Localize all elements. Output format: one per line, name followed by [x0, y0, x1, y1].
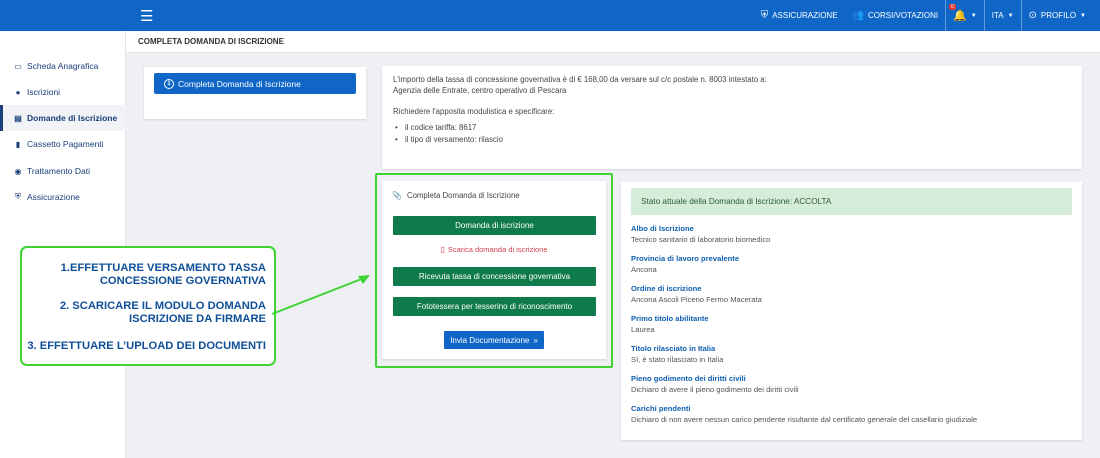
pdf-file-icon: ▯ — [440, 245, 445, 254]
top-nav: ⛨ ASSICURAZIONE 👥 CORSI/VOTAZIONI 🔔 0 ▼ I… — [754, 0, 1100, 31]
people-icon: 👥 — [851, 10, 864, 21]
sidebar-item-label: Iscrizioni — [27, 87, 61, 97]
user-circle-icon: ⊙ — [1028, 10, 1037, 21]
sidebar-item-cassetto-pagamenti[interactable]: ▮ Cassetto Pagamenti — [0, 131, 126, 157]
annotation-line: 3. EFFETTUARE L’UPLOAD DEI DOCUMENTI — [27, 340, 266, 352]
hamburger-menu-icon[interactable]: ☰ — [140, 7, 153, 25]
list-item: il codice tariffa: 8617 — [393, 122, 1071, 134]
notifications-badge: 0 — [949, 4, 956, 10]
page-title: COMPLETA DOMANDA DI ISCRIZIONE — [126, 31, 1100, 53]
detail-label: Pieno godimento dei diritti civili — [631, 374, 746, 383]
chevron-down-icon: ▼ — [1007, 12, 1014, 19]
download-link-label: Scarica domanda di iscrizione — [447, 245, 548, 254]
detail-label: Carichi pendenti — [631, 404, 691, 413]
detail-row: Primo titolo abilitante Laurea — [631, 314, 1072, 344]
annotation-arrow — [271, 275, 370, 315]
language-label: ITA — [991, 11, 1004, 20]
sidebar: ▭ Scheda Anagrafica ● Iscrizioni ▤ Doman… — [0, 31, 126, 458]
step-label: Completa Domanda di Iscrizione — [178, 78, 301, 89]
detail-value: Sì, è stato rilasciato in Italia — [631, 355, 724, 364]
status-badge: Stato attuale della Domanda di Iscrizion… — [631, 188, 1072, 215]
info-card: L'importo della tassa di concessione gov… — [382, 66, 1082, 169]
notifications-button[interactable]: 🔔 0 ▼ — [946, 0, 984, 31]
annotation-line: ISCRIZIONE DA FIRMARE — [129, 313, 266, 325]
details-list: Albo di Iscrizione Tecnico sanitario di … — [631, 224, 1072, 434]
detail-label: Primo titolo abilitante — [631, 314, 709, 323]
info-list: il codice tariffa: 8617 il tipo di versa… — [393, 122, 1071, 146]
ricevuta-tassa-button[interactable]: Ricevuta tassa di concessione governativ… — [393, 267, 596, 286]
file-icon: ▮ — [15, 139, 21, 149]
shield-icon: ⛨ — [15, 192, 21, 201]
profile-menu[interactable]: ⊙ PROFILO ▼ — [1022, 0, 1100, 31]
detail-value: Ancona Ascoli Piceno Fermo Macerata — [631, 295, 762, 304]
sidebar-item-scheda-anagrafica[interactable]: ▭ Scheda Anagrafica — [0, 53, 126, 79]
annotation-callout: 1.EFFETTUARE VERSAMENTO TASSA CONCESSION… — [20, 246, 276, 366]
sidebar-item-label: Cassetto Pagamenti — [27, 139, 104, 149]
double-chevron-right-icon: » — [533, 335, 538, 345]
details-card: Stato attuale della Domanda di Iscrizion… — [621, 182, 1082, 440]
detail-value: Dichiaro di avere il pieno godimento dei… — [631, 385, 799, 394]
detail-row: Albo di Iscrizione Tecnico sanitario di … — [631, 224, 1072, 254]
sidebar-item-assicurazione[interactable]: ⛨ Assicurazione — [0, 184, 126, 210]
step-number-icon: 1 — [164, 78, 174, 89]
detail-row: Titolo rilasciato in Italia Sì, è stato … — [631, 344, 1072, 374]
language-selector[interactable]: ITA ▼ — [985, 0, 1021, 31]
detail-value: Tecnico sanitario di laboratorio biomedi… — [631, 235, 771, 244]
detail-label: Albo di Iscrizione — [631, 224, 694, 233]
nav-corsi-votazioni[interactable]: 👥 CORSI/VOTAZIONI — [845, 0, 946, 31]
upload-card-header: 📎 Completa Domanda di Iscrizione — [392, 191, 520, 200]
detail-row: Provincia di lavoro prevalente Ancona — [631, 254, 1072, 284]
detail-value: Ancona — [631, 265, 657, 274]
document-icon: ▤ — [14, 113, 22, 123]
info-line: L'importo della tassa di concessione gov… — [393, 75, 767, 84]
sidebar-item-iscrizioni[interactable]: ● Iscrizioni — [0, 79, 126, 105]
eye-icon: ◉ — [14, 166, 22, 176]
upload-card: 📎 Completa Domanda di Iscrizione Domanda… — [382, 181, 606, 359]
annotation-line: CONCESSIONE GOVERNATIVA — [99, 275, 266, 287]
fototessera-button[interactable]: Fototessera per tesserino di riconoscime… — [393, 297, 596, 316]
profile-label: PROFILO — [1040, 11, 1077, 20]
bell-icon: 🔔 0 — [949, 4, 967, 22]
nav-assicurazione-label: ASSICURAZIONE — [772, 11, 838, 20]
chevron-down-icon: ▼ — [970, 12, 977, 19]
sidebar-item-label: Assicurazione — [27, 192, 80, 202]
nav-assicurazione[interactable]: ⛨ ASSICURAZIONE — [754, 0, 845, 31]
id-card-icon: ▭ — [14, 61, 22, 71]
annotation-line: 1.EFFETTUARE VERSAMENTO TASSA — [60, 262, 266, 274]
chevron-down-icon: ▼ — [1080, 12, 1086, 19]
sidebar-item-label: Scheda Anagrafica — [27, 61, 99, 71]
annotation-line: 2. SCARICARE IL MODULO DOMANDA — [59, 300, 266, 312]
info-line: Agenzia delle Entrate, centro operativo … — [393, 86, 567, 95]
detail-row: Carichi pendenti Dichiaro di non avere n… — [631, 404, 1072, 434]
step-card: 1 Completa Domanda di Iscrizione — [144, 67, 366, 119]
paperclip-icon: 📎 — [392, 191, 402, 200]
detail-row: Pieno godimento dei diritti civili Dichi… — [631, 374, 1072, 404]
sidebar-item-label: Domande di Iscrizione — [27, 113, 118, 123]
top-navbar: ☰ ⛨ ASSICURAZIONE 👥 CORSI/VOTAZIONI 🔔 0 ▼… — [0, 0, 1100, 31]
download-domanda-link[interactable]: ▯ Scarica domanda di iscrizione — [382, 245, 606, 254]
list-item: il tipo di versamento: rilascio — [393, 134, 1071, 146]
step-button[interactable]: 1 Completa Domanda di Iscrizione — [154, 73, 356, 94]
domanda-iscrizione-button[interactable]: Domanda di iscrizione — [393, 216, 596, 235]
info-line: Richiedere l'apposita modulistica e spec… — [393, 107, 555, 116]
sidebar-item-label: Trattamento Dati — [27, 166, 90, 176]
invia-documentazione-button[interactable]: Invia Documentazione » — [444, 331, 544, 349]
detail-label: Titolo rilasciato in Italia — [631, 344, 716, 353]
shield-icon: ⛨ — [760, 10, 769, 21]
detail-row: Ordine di iscrizione Ancona Ascoli Picen… — [631, 284, 1072, 314]
detail-label: Ordine di iscrizione — [631, 284, 702, 293]
sidebar-item-trattamento-dati[interactable]: ◉ Trattamento Dati — [0, 158, 126, 184]
sidebar-item-domande-di-iscrizione[interactable]: ▤ Domande di Iscrizione — [0, 105, 126, 131]
nav-corsi-label: CORSI/VOTAZIONI — [867, 11, 939, 20]
upload-card-title: Completa Domanda di Iscrizione — [406, 191, 520, 200]
detail-value: Dichiaro di non avere nessun carico pend… — [631, 415, 978, 424]
invia-label: Invia Documentazione — [450, 335, 530, 345]
detail-label: Provincia di lavoro prevalente — [631, 254, 740, 263]
user-icon: ● — [15, 87, 21, 97]
detail-value: Laurea — [631, 325, 655, 334]
